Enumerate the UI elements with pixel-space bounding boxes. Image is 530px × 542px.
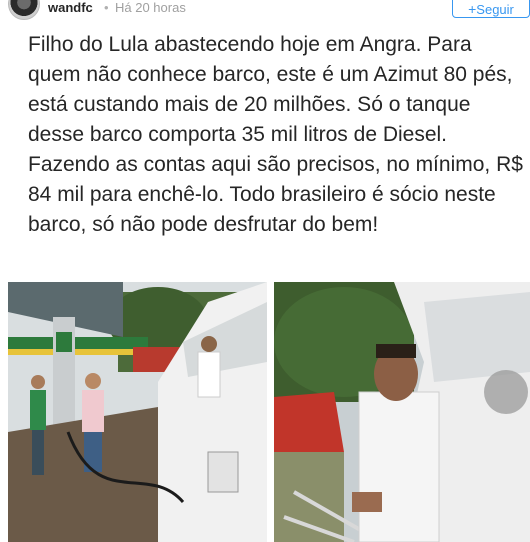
avatar[interactable]	[8, 0, 40, 20]
separator-dot: •	[104, 0, 109, 15]
follow-button[interactable]: +Seguir	[452, 0, 530, 18]
photo-man-on-boat[interactable]	[274, 282, 530, 542]
photo-fuel-dock[interactable]	[8, 282, 267, 542]
username-link[interactable]: wandfc	[48, 0, 93, 15]
caption-text: Filho do Lula abastecendo hoje em Angra.…	[28, 33, 523, 236]
post-header: wandfc • Há 20 horas +Seguir	[0, 0, 530, 22]
post-timestamp[interactable]: Há 20 horas	[115, 0, 186, 15]
post-caption: Filho do Lula abastecendo hoje em Angra.…	[0, 22, 530, 275]
post-photos	[0, 275, 530, 542]
follow-label: Seguir	[476, 2, 514, 17]
